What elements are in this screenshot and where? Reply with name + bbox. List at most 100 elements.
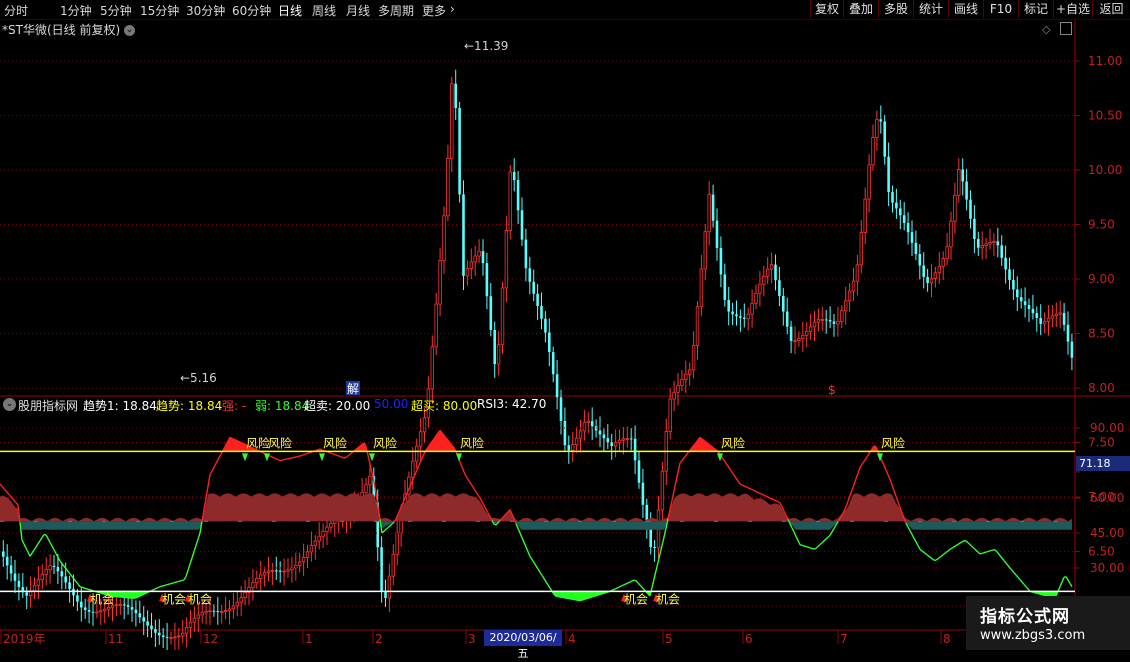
candle-body [150,626,153,630]
candle-body [1039,318,1042,324]
fuquan-button[interactable]: 复权 [810,0,843,18]
back-button[interactable]: 返回 [1092,0,1130,18]
rsi-line-segment [684,455,686,458]
rsi-line-segment [776,501,778,502]
more-chevron-icon[interactable]: › [450,2,455,16]
dividend-marker[interactable]: $ [828,383,836,397]
rsi-line-segment [330,453,332,454]
diamond-icon[interactable]: ◇ [1042,23,1050,36]
rsi-line-segment [348,454,350,456]
candle-body [415,446,418,461]
rsi-line-segment [484,505,486,509]
candle-body [688,370,691,374]
candle-body [634,439,637,461]
rsi-line-segment [1070,583,1072,586]
period-daily[interactable]: 日线 [278,2,302,19]
rsi-line-segment [996,551,998,553]
rsi-line-segment [604,593,606,594]
candle-body [478,251,481,256]
candle-body [380,547,383,591]
unlock-marker[interactable]: 解 [347,382,359,396]
add-watchlist-button[interactable]: +自选 [1053,0,1092,18]
rsi-line-segment [746,487,748,488]
rsi-line-segment [778,502,780,503]
watermark-title: 指标公式网 [980,602,1070,627]
rsi-line-segment [174,582,176,583]
period-more[interactable]: 更多 [422,2,446,19]
candle-body [80,602,83,608]
candle-body [127,605,130,607]
candle-body [470,262,473,269]
overlay-button[interactable]: 叠加 [843,0,878,18]
indicator-tick-label: 60.00 [1090,491,1124,505]
rsi-line-segment [482,502,484,506]
candle-body [267,571,270,573]
rsi-line-segment [992,550,994,551]
period-multi[interactable]: 多周期 [378,2,414,19]
rsi-line-segment [170,583,172,584]
window-toggle-icon[interactable] [1060,22,1072,35]
period-30min[interactable]: 30分钟 [186,2,225,19]
candle-body [938,266,941,273]
multi-stock-button[interactable]: 多股 [878,0,913,18]
candle-body [486,263,489,296]
candle-body [178,636,181,637]
period-5min[interactable]: 5分钟 [100,2,132,19]
mark-button[interactable]: 标记 [1018,0,1053,18]
candle-body [887,157,890,192]
candle-body [880,119,883,121]
period-60min[interactable]: 60分钟 [232,2,271,19]
rsi-line-segment [640,585,642,587]
candle-body [252,583,255,588]
rsi-line-segment [460,462,462,467]
draw-line-button[interactable]: 画线 [948,0,983,18]
rsi-line-segment [332,453,334,454]
rsi-line-segment [974,548,976,550]
period-weekly[interactable]: 周线 [312,2,336,19]
candle-body [977,239,980,248]
rsi-line-segment [802,545,804,546]
rsi-line-segment [262,452,264,453]
rsi-line-segment [856,473,858,479]
period-fenshi[interactable]: 分时 [4,2,28,19]
f10-button[interactable]: F10 [983,0,1018,18]
candle-body [142,617,145,621]
rsi-line-segment [912,534,914,538]
rsi-line-segment [1000,556,1002,558]
risk-label: 风险 [323,435,347,450]
rsi-line-segment [0,484,2,486]
collapse-icon[interactable]: ⌄ [3,398,16,411]
rsi-line-segment [748,488,750,489]
period-1min[interactable]: 1分钟 [60,2,92,19]
candle-body [205,612,208,613]
rsi-line-segment [972,547,974,549]
candle-body [217,611,220,612]
candle-body [794,341,797,342]
chevron-down-icon[interactable]: ⌄ [124,25,135,36]
rsi-line-segment [952,547,954,548]
rsi-line-segment [596,595,598,596]
rsi-line-segment [722,457,724,460]
period-monthly[interactable]: 月线 [346,2,370,19]
candle-body [766,269,769,276]
rsi-line-segment [936,559,938,561]
indicator-name[interactable]: 股朋指标网 [18,397,78,414]
rsi-line-segment [1062,577,1064,582]
rsi-line-segment [770,498,772,499]
watermark-url: www.zbgs3.com [980,628,1085,643]
rsi-line-segment [808,547,810,548]
rsi-line-segment [384,529,386,531]
price-tick-label: 9.50 [1088,218,1115,232]
stats-button[interactable]: 统计 [913,0,948,18]
rsi-line-segment [766,496,768,497]
period-15min[interactable]: 15分钟 [140,2,179,19]
rsi-line-segment [338,456,340,457]
low-price-label: ←5.16 [180,371,217,385]
rsi-line-segment [580,600,582,601]
rsi-line-segment [334,454,336,455]
rsi-line-segment [614,589,616,590]
rsi-line-segment [1002,558,1004,560]
candle-body [423,418,426,432]
candle-body [883,121,886,156]
rsi-line-segment [40,538,42,541]
